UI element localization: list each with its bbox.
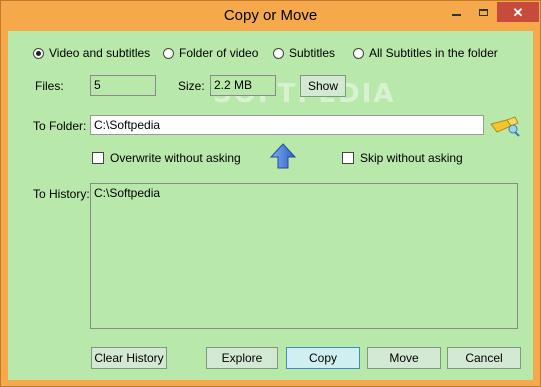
minimize-icon xyxy=(451,14,461,16)
radio-folder-of-video[interactable]: Folder of video xyxy=(163,46,258,60)
overwrite-checkbox[interactable]: Overwrite without asking xyxy=(92,151,241,165)
radio-all-subtitles-in-folder[interactable]: All Subtitles in the folder xyxy=(353,46,498,60)
arrow-up-icon[interactable] xyxy=(269,142,297,170)
radio-indicator xyxy=(353,47,364,59)
dialog-body: SOFTPEDIA Video and subtitles Folder of … xyxy=(8,31,533,380)
cancel-button[interactable]: Cancel xyxy=(447,347,521,369)
radio-label: Video and subtitles xyxy=(49,46,151,60)
history-item[interactable]: C:\Softpedia xyxy=(94,186,514,200)
browse-folder-icon[interactable] xyxy=(489,114,521,138)
minimize-button[interactable] xyxy=(442,2,470,22)
checkbox-label: Skip without asking xyxy=(360,151,463,165)
clear-history-button[interactable]: Clear History xyxy=(91,347,167,369)
radio-subtitles[interactable]: Subtitles xyxy=(273,46,335,60)
radio-indicator xyxy=(273,47,284,59)
radio-label: All Subtitles in the folder xyxy=(369,46,498,60)
copy-button[interactable]: Copy xyxy=(286,347,360,369)
radio-label: Subtitles xyxy=(289,46,336,60)
maximize-icon xyxy=(479,8,488,16)
skip-checkbox[interactable]: Skip without asking xyxy=(342,151,463,165)
files-count-field: 5 xyxy=(90,75,156,96)
to-folder-label: To Folder: xyxy=(33,119,87,133)
files-label: Files: xyxy=(35,79,64,93)
radio-indicator xyxy=(163,47,174,59)
to-history-label: To History: xyxy=(33,187,90,201)
title-bar[interactable]: Copy or Move ✕ xyxy=(1,1,540,31)
size-label: Size: xyxy=(178,79,205,93)
checkbox-indicator xyxy=(342,152,354,164)
size-field: 2.2 MB xyxy=(210,75,276,96)
history-list[interactable]: C:\Softpedia xyxy=(90,183,518,329)
checkbox-indicator xyxy=(92,152,104,164)
radio-label: Folder of video xyxy=(179,46,259,60)
radio-video-and-subtitles[interactable]: Video and subtitles xyxy=(33,46,150,60)
maximize-button[interactable] xyxy=(470,2,497,22)
copy-move-window: Copy or Move ✕ SOFTPEDIA Video and subti… xyxy=(0,0,541,387)
close-button[interactable]: ✕ xyxy=(497,2,539,22)
show-button[interactable]: Show xyxy=(300,75,346,97)
move-button[interactable]: Move xyxy=(367,347,441,369)
checkbox-label: Overwrite without asking xyxy=(110,151,241,165)
folder-path-input[interactable]: C:\Softpedia xyxy=(90,115,484,135)
radio-indicator xyxy=(33,47,44,59)
close-icon: ✕ xyxy=(512,4,524,20)
explore-button[interactable]: Explore xyxy=(206,347,278,369)
